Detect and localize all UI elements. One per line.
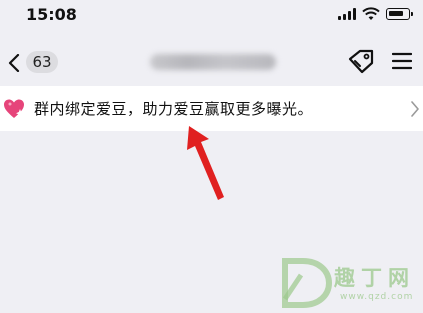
watermark-text: 趣丁网 — [334, 266, 415, 290]
watermark-url: www.qzd.com — [340, 292, 414, 302]
watermark-logo — [282, 258, 333, 308]
